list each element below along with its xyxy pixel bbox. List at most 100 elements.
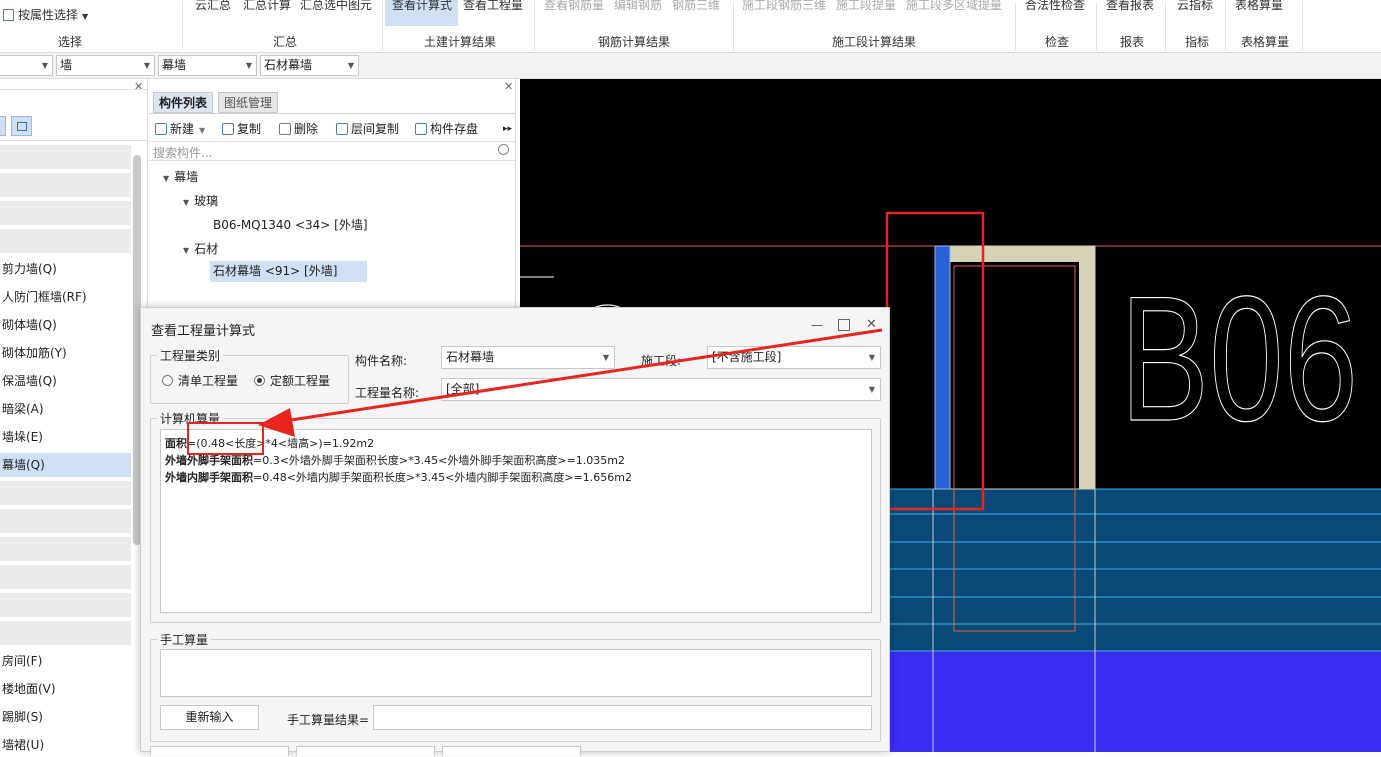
select-by-attr-button[interactable]: 按属性选择 ▼ bbox=[3, 6, 88, 23]
list-item[interactable] bbox=[0, 537, 131, 561]
chevron-down-icon: ▼ bbox=[868, 353, 875, 362]
segment-rebar-3d-button[interactable]: 施工段钢筋三维 bbox=[742, 0, 826, 13]
bottom-button[interactable] bbox=[296, 746, 435, 756]
subtype-select[interactable]: 幕墙 ▼ bbox=[158, 55, 257, 76]
detail-view-icon[interactable] bbox=[11, 116, 32, 136]
list-item[interactable] bbox=[0, 145, 131, 169]
radio-quota-quantity[interactable]: 定额工程量 bbox=[254, 372, 330, 389]
beige-top bbox=[950, 246, 1095, 262]
view-formula-button[interactable]: 查看计算式 bbox=[392, 0, 452, 13]
divider bbox=[149, 113, 515, 114]
delete-button[interactable]: 删除 bbox=[279, 120, 318, 138]
list-item[interactable] bbox=[0, 509, 131, 533]
chevron-down-icon: ▼ bbox=[82, 12, 89, 21]
maximize-icon[interactable] bbox=[838, 319, 850, 331]
radio-icon bbox=[162, 375, 173, 386]
component-name-select[interactable]: 石材幕墙 ▼ bbox=[441, 346, 615, 369]
tree-node-stone[interactable]: ▼ 石材 bbox=[183, 240, 218, 257]
list-item[interactable] bbox=[0, 229, 131, 253]
floor-select[interactable]: ▼ bbox=[0, 55, 53, 76]
bottom-button[interactable] bbox=[150, 746, 289, 756]
group-index-label: 指标 bbox=[1185, 35, 1210, 49]
bottom-button[interactable] bbox=[442, 746, 581, 756]
segment-multi-extract-button[interactable]: 施工段多区域提量 bbox=[906, 0, 1002, 13]
nav-item-civil-defense-door-wall[interactable]: 人防门框墙(RF) bbox=[0, 285, 131, 309]
view-quantity-button[interactable]: 查看工程量 bbox=[463, 0, 523, 13]
filter-toolbar: ▼ 墙 ▼ 幕墙 ▼ 石材幕墙 ▼ bbox=[0, 53, 1381, 79]
close-icon[interactable]: ✕ bbox=[504, 80, 513, 93]
rebar-3d-button[interactable]: 钢筋三维 bbox=[672, 0, 720, 13]
reinput-button[interactable]: 重新输入 bbox=[160, 705, 259, 730]
view-rebar-qty-button[interactable]: 查看钢筋量 bbox=[544, 0, 604, 13]
nav-item-floor[interactable]: 楼地面(V) bbox=[0, 677, 131, 701]
table-calc-button[interactable]: 表格算量 bbox=[1235, 0, 1283, 13]
chevron-down-icon: ▼ bbox=[183, 246, 190, 255]
legality-check-button[interactable]: 合法性检查 bbox=[1025, 0, 1085, 13]
nav-item-curtain-wall[interactable]: 幕墙(Q) bbox=[0, 453, 131, 477]
close-icon[interactable]: ✕ bbox=[866, 317, 877, 332]
chevron-down-icon: ▼ bbox=[245, 61, 252, 70]
floor-copy-icon bbox=[336, 123, 348, 135]
quantity-formula-dialog: 查看工程量计算式 — ✕ 工程量类别 清单工程量 定额工程量 构件名称: 石材幕… bbox=[140, 307, 890, 756]
tab-drawing-management[interactable]: 图纸管理 bbox=[218, 92, 279, 113]
list-item[interactable] bbox=[0, 593, 131, 617]
teal-region bbox=[890, 489, 1381, 651]
list-item[interactable] bbox=[0, 565, 131, 589]
copy-button[interactable]: 复制 bbox=[222, 120, 261, 138]
summary-calc-button[interactable]: 汇总计算 bbox=[243, 0, 291, 13]
radio-list-quantity[interactable]: 清单工程量 bbox=[162, 372, 238, 389]
summary-selected-button[interactable]: 汇总选中图元 bbox=[300, 0, 372, 13]
manual-result-field[interactable] bbox=[373, 705, 872, 730]
quantity-name-select[interactable]: [全部] ▼ bbox=[441, 378, 881, 401]
more-icon[interactable]: ▸▸ bbox=[503, 120, 512, 138]
view-report-button[interactable]: 查看报表 bbox=[1106, 0, 1154, 13]
stone-curtain-wall[interactable] bbox=[934, 245, 951, 490]
ribbon-divider bbox=[182, 2, 183, 50]
segment-extract-button[interactable]: 施工段提量 bbox=[836, 0, 896, 13]
dialog-title: 查看工程量计算式 bbox=[151, 324, 256, 339]
nav-item-masonry-wall[interactable]: 砌体墙(Q) bbox=[0, 313, 131, 337]
ribbon-divider bbox=[733, 2, 734, 50]
nav-item-insulation-wall[interactable]: 保温墙(Q) bbox=[0, 369, 131, 393]
minimize-icon[interactable]: — bbox=[811, 318, 823, 332]
segment-select[interactable]: [不含施工段] ▼ bbox=[707, 346, 881, 369]
store-component-button[interactable]: 构件存盘 bbox=[415, 120, 478, 138]
tab-component-list[interactable]: 构件列表 bbox=[153, 92, 214, 113]
chevron-down-icon: ▼ bbox=[347, 61, 354, 70]
edit-rebar-button[interactable]: 编辑钢筋 bbox=[614, 0, 662, 13]
tree-node-glass[interactable]: ▼ 玻璃 bbox=[183, 192, 218, 209]
list-item[interactable] bbox=[0, 621, 131, 645]
chevron-down-icon: ▼ bbox=[199, 126, 206, 135]
list-view-icon[interactable] bbox=[0, 116, 6, 136]
new-button[interactable]: 新建 ▼ bbox=[155, 120, 205, 138]
type-select[interactable]: 墙 ▼ bbox=[56, 55, 155, 76]
list-item[interactable] bbox=[0, 173, 131, 197]
tree-item-stone-curtain[interactable]: 石材幕墙 <91> [外墙] bbox=[210, 261, 367, 282]
search-icon[interactable] bbox=[498, 144, 509, 155]
annotation-box-length bbox=[187, 422, 264, 455]
cloud-summary-button[interactable]: 云汇总 bbox=[195, 0, 231, 13]
list-item[interactable] bbox=[0, 201, 131, 225]
nav-item-skirting[interactable]: 踢脚(S) bbox=[0, 705, 131, 729]
chevron-down-icon: ▼ bbox=[163, 174, 170, 183]
tree-item-glass-curtain[interactable]: B06-MQ1340 <34> [外墙] bbox=[213, 216, 368, 233]
search-box[interactable]: 搜索构件... bbox=[149, 141, 515, 161]
manual-calc-input[interactable] bbox=[160, 649, 872, 697]
tree-node-curtain-wall[interactable]: ▼ 幕墙 bbox=[163, 168, 198, 185]
nav-item-masonry-rebar[interactable]: 砌体加筋(Y) bbox=[0, 341, 131, 365]
group-check-label: 检查 bbox=[1045, 35, 1070, 49]
nav-item-wall-pier[interactable]: 墙垛(E) bbox=[0, 425, 131, 449]
floor-copy-button[interactable]: 层间复制 bbox=[336, 120, 399, 138]
list-item[interactable] bbox=[0, 481, 131, 505]
component-select[interactable]: 石材幕墙 ▼ bbox=[260, 55, 359, 76]
nav-item-room[interactable]: 房间(F) bbox=[0, 649, 131, 673]
cloud-index-button[interactable]: 云指标 bbox=[1177, 0, 1213, 13]
close-icon[interactable]: ✕ bbox=[134, 80, 143, 93]
group-select-label: 选择 bbox=[58, 35, 83, 49]
nav-item-hidden-beam[interactable]: 暗梁(A) bbox=[0, 397, 131, 421]
nav-item-dado[interactable]: 墙裙(U) bbox=[0, 733, 131, 757]
formula-textarea[interactable]: 面积=(0.48<长度>*4<墙高>)=1.92m2 外墙外脚手架面积=0.3<… bbox=[160, 429, 872, 613]
search-input[interactable]: 搜索构件... bbox=[153, 144, 212, 161]
nav-item-shear-wall[interactable]: 剪力墙(Q) bbox=[0, 257, 131, 281]
chevron-down-icon: ▼ bbox=[41, 61, 48, 70]
